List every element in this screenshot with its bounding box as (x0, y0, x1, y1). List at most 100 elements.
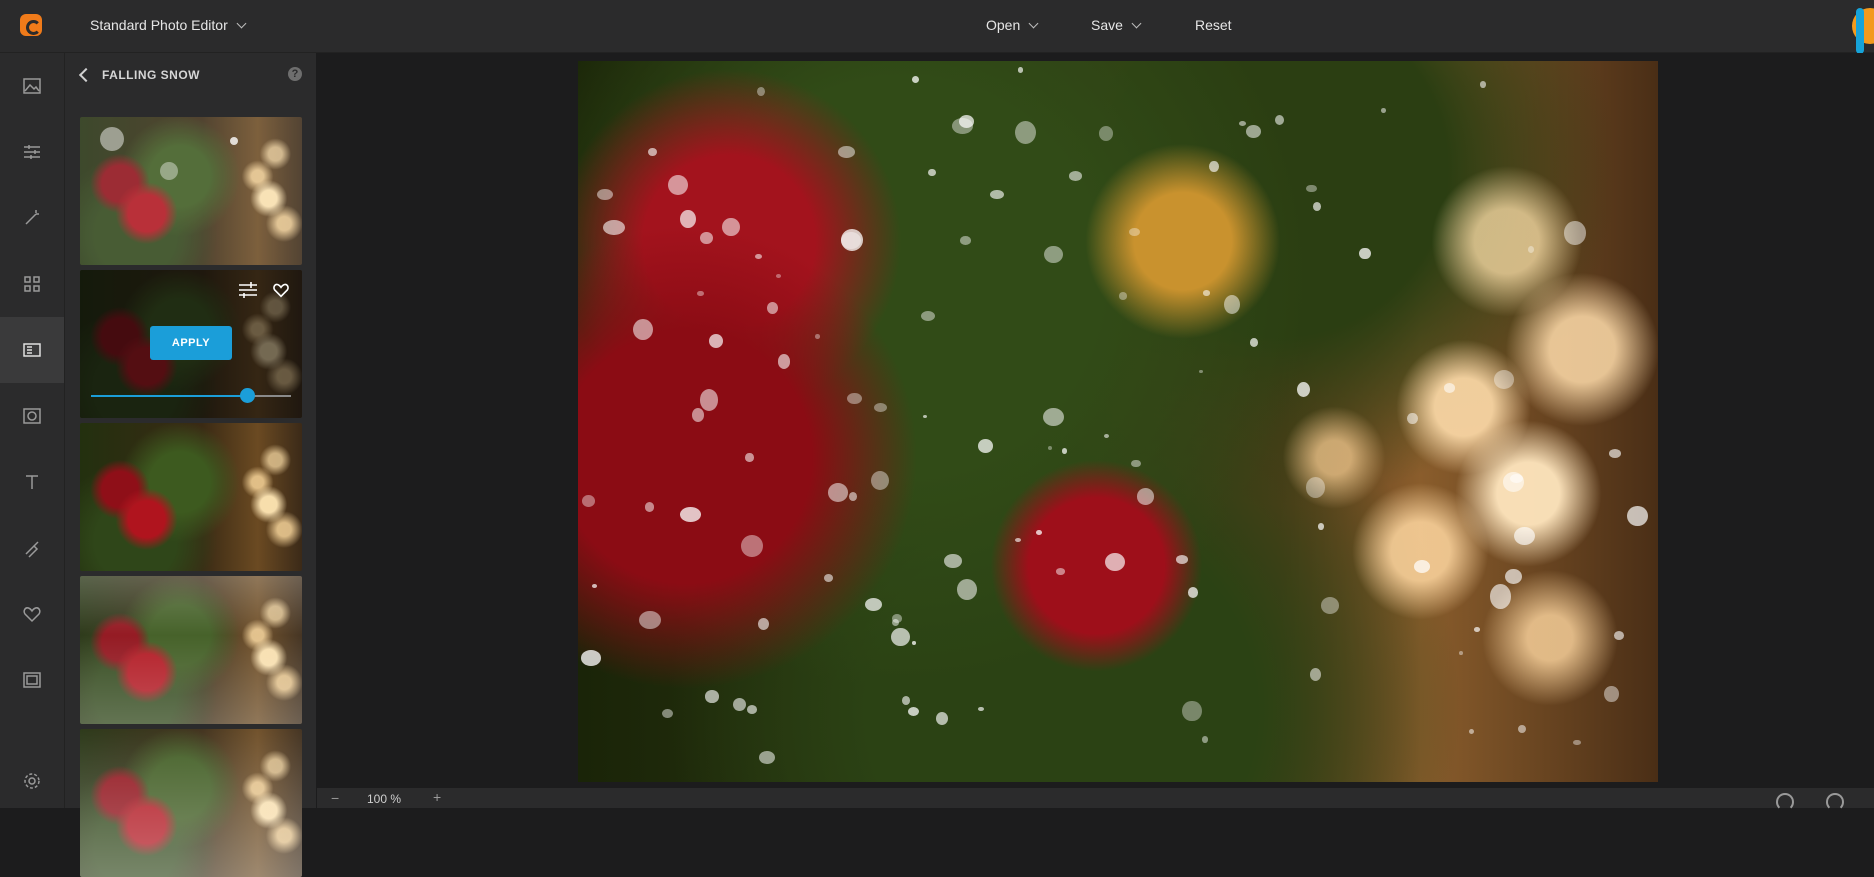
snow-flake (1198, 369, 1204, 374)
brush-icon[interactable] (0, 515, 64, 581)
undo-icon[interactable] (1776, 793, 1794, 811)
snow-flake (1055, 568, 1065, 575)
snow-flake (602, 219, 625, 236)
zoom-level[interactable]: 100 % (367, 792, 401, 806)
app-title-dropdown[interactable]: Standard Photo Editor (90, 17, 247, 33)
magic-wand-icon[interactable] (0, 185, 64, 251)
snow-flake (1443, 383, 1456, 393)
snow-flake (680, 209, 697, 229)
snow-flake (838, 146, 855, 159)
snow-flake (1061, 448, 1067, 454)
snow-flake (1573, 739, 1581, 746)
snow-flake (1175, 555, 1189, 565)
image-icon[interactable] (0, 53, 64, 119)
heart-icon[interactable] (0, 581, 64, 647)
text-icon[interactable] (0, 449, 64, 515)
textures-icon[interactable] (0, 317, 64, 383)
back-icon[interactable] (78, 67, 94, 83)
snow-flake (1306, 184, 1317, 193)
apply-button[interactable]: APPLY (150, 326, 232, 360)
snow-flake (1609, 449, 1621, 459)
bottom-bar: − 100 % + (317, 788, 1874, 811)
snow-flake (1458, 651, 1463, 656)
snow-flake (1312, 202, 1321, 211)
fog-overlay (80, 576, 302, 724)
snow-flake (1209, 161, 1219, 173)
snow-flake (901, 696, 910, 706)
snow-flake (1320, 597, 1340, 614)
top-bar: Standard Photo Editor Open Save Reset (0, 0, 1874, 54)
snow-flake (668, 175, 689, 195)
settings-icon[interactable] (0, 759, 64, 803)
snow-flake (758, 750, 775, 765)
snow-flake (662, 709, 673, 719)
snow-flake (959, 236, 971, 245)
snow-flake (639, 611, 661, 630)
app-logo[interactable] (20, 14, 42, 36)
snow-flake (644, 502, 655, 512)
snow-flake (1042, 408, 1064, 427)
panel-header: FALLING SNOW ? (65, 53, 316, 97)
snow-flake (1513, 527, 1536, 545)
snow-flake (1480, 81, 1487, 88)
snow-flake (746, 705, 758, 715)
snow-flake (1627, 505, 1648, 526)
snow-flake (632, 319, 653, 341)
snow-flake (1274, 114, 1284, 125)
fog-overlay (80, 729, 302, 877)
edited-photo[interactable] (578, 61, 1658, 782)
adjustments-icon[interactable] (0, 119, 64, 185)
avatar[interactable] (1852, 8, 1874, 54)
effects-panel: FALLING SNOW ? APPLY (65, 53, 316, 877)
snow-flake (1118, 292, 1128, 301)
snow-flake (1359, 247, 1371, 260)
snow-flake (936, 712, 949, 726)
effect-thumbnail[interactable] (80, 576, 302, 724)
snow-flake (1068, 170, 1083, 181)
snow-flake (911, 76, 920, 84)
snow-flake (691, 408, 704, 423)
snow-flake (1188, 587, 1199, 598)
effect-thumbnail[interactable] (80, 729, 302, 877)
frame-icon[interactable] (0, 383, 64, 449)
snow-flake (1098, 126, 1114, 142)
snow-flake (160, 162, 178, 180)
snow-flake (922, 414, 928, 418)
snow-flake (1502, 472, 1525, 493)
effect-thumbnail[interactable] (80, 117, 302, 265)
open-menu[interactable]: Open (986, 17, 1039, 33)
snow-flake (840, 229, 863, 252)
snow-flake (1105, 552, 1126, 572)
snow-flake (823, 573, 833, 582)
snow-flake (1518, 724, 1527, 733)
snow-flake (908, 706, 920, 716)
snow-flake (1317, 523, 1325, 531)
effect-thumbnail-selected[interactable]: APPLY (80, 270, 302, 418)
snow-flake (1468, 728, 1475, 735)
snow-flake (1201, 736, 1208, 744)
save-menu[interactable]: Save (1091, 17, 1142, 33)
heart-icon[interactable] (272, 281, 290, 304)
intensity-slider[interactable] (91, 388, 291, 403)
help-icon[interactable]: ? (288, 67, 302, 81)
zoom-in-button[interactable]: + (433, 789, 441, 805)
redo-icon[interactable] (1826, 793, 1844, 811)
reset-button[interactable]: Reset (1195, 17, 1232, 33)
snow-flake (1564, 221, 1586, 245)
sliders-icon[interactable] (238, 281, 258, 304)
snow-flake (679, 506, 702, 522)
thumbnail-image (80, 423, 302, 571)
snow-flake (1493, 369, 1515, 389)
snow-flake (100, 127, 124, 151)
slider-handle[interactable] (240, 388, 255, 403)
snow-flake (758, 618, 770, 631)
snow-flake (1128, 228, 1140, 237)
snow-flake (944, 553, 962, 568)
snow-flake (1202, 290, 1210, 296)
effect-thumbnail[interactable] (80, 423, 302, 571)
zoom-out-button[interactable]: − (331, 790, 339, 806)
snow-flake (1310, 668, 1322, 681)
border-icon[interactable] (0, 647, 64, 713)
grid-icon[interactable] (0, 251, 64, 317)
snow-flake (848, 491, 858, 501)
